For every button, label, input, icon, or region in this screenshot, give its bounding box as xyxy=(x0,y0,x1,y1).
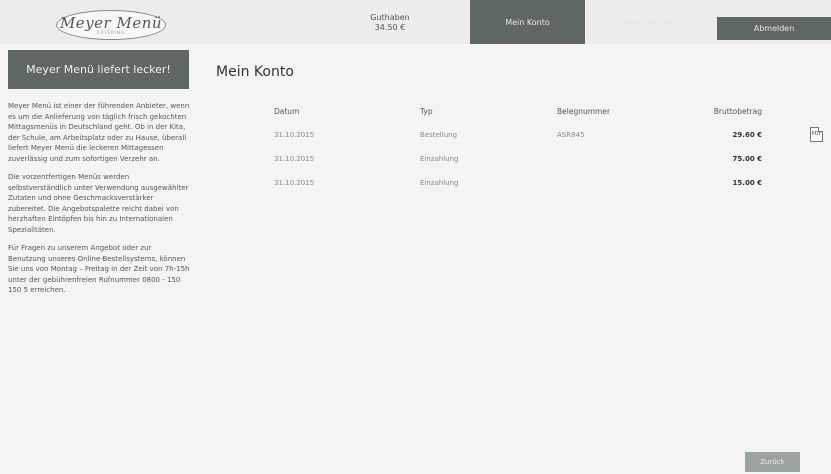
logout-button[interactable]: Abmelden xyxy=(717,17,831,40)
logo-subtitle: CATERING xyxy=(96,29,126,35)
cell-date: 31.10.2015 xyxy=(274,131,315,139)
guthaben-label: Guthaben xyxy=(370,12,410,22)
table-row: 31.10.2015 Einzahlung 15.00 € xyxy=(216,179,816,203)
nav-mein-konto-label: Mein Konto xyxy=(505,17,550,27)
cell-belegnummer: ASR845 xyxy=(557,131,585,139)
sidebar-paragraph-1: Meyer Menü ist einer der führenden Anbie… xyxy=(8,102,190,163)
logout-label: Abmelden xyxy=(753,24,795,33)
sidebar-text: Meyer Menü ist einer der führenden Anbie… xyxy=(8,101,190,304)
column-header-datum: Datum xyxy=(274,107,300,116)
sidebar-paragraph-2: Die vorzentfertigen Menüs werden selbstv… xyxy=(8,173,189,234)
table-row: 31.10.2015 Einzahlung 75.00 € xyxy=(216,155,816,179)
nav-mein-wochen-label: Mein Wochen xyxy=(623,17,677,27)
top-bar: Meyer Menü CATERING Guthaben 34.50 € Mei… xyxy=(0,0,831,44)
sidebar-paragraph-3: Für Fragen zu unserem Angebot oder zur B… xyxy=(8,244,190,294)
back-label: Zurück xyxy=(760,458,785,466)
cell-type: Einzahlung xyxy=(420,155,459,163)
cell-date: 31.10.2015 xyxy=(274,155,315,163)
guthaben-amount: 34.50 € xyxy=(374,22,406,32)
column-header-bruttobetrag: Bruttobetrag xyxy=(713,107,762,116)
column-header-typ: Typ xyxy=(420,107,433,116)
sidebar-title: Meyer Menü liefert lecker! xyxy=(8,50,189,89)
cell-type: Bestellung xyxy=(420,131,458,139)
logo-text: Meyer Menü xyxy=(59,13,163,32)
cell-amount: 15.00 € xyxy=(732,179,762,187)
meyer-menu-logo[interactable]: Meyer Menü CATERING xyxy=(56,10,166,40)
table-header-row: Datum Typ Belegnummer Bruttobetrag xyxy=(216,107,816,131)
cell-date: 31.10.2015 xyxy=(274,179,315,187)
guthaben-display: Guthaben 34.50 € xyxy=(355,0,425,44)
page-title: Mein Konto xyxy=(216,64,294,80)
nav-mein-wochen[interactable]: Mein Wochen xyxy=(590,0,710,44)
nav-mein-konto[interactable]: Mein Konto xyxy=(470,0,585,44)
cell-amount: 75.00 € xyxy=(732,155,762,163)
transactions-table: Datum Typ Belegnummer Bruttobetrag 31.10… xyxy=(216,107,823,203)
cell-amount: 29.60 € xyxy=(732,131,762,139)
pdf-download-icon[interactable]: PDF xyxy=(810,127,823,142)
column-header-belegnummer: Belegnummer xyxy=(557,107,611,116)
table-row: 31.10.2015 Bestellung ASR845 29.60 € PDF xyxy=(216,127,823,155)
back-button[interactable]: Zurück xyxy=(745,452,800,472)
cell-type: Einzahlung xyxy=(420,179,459,187)
